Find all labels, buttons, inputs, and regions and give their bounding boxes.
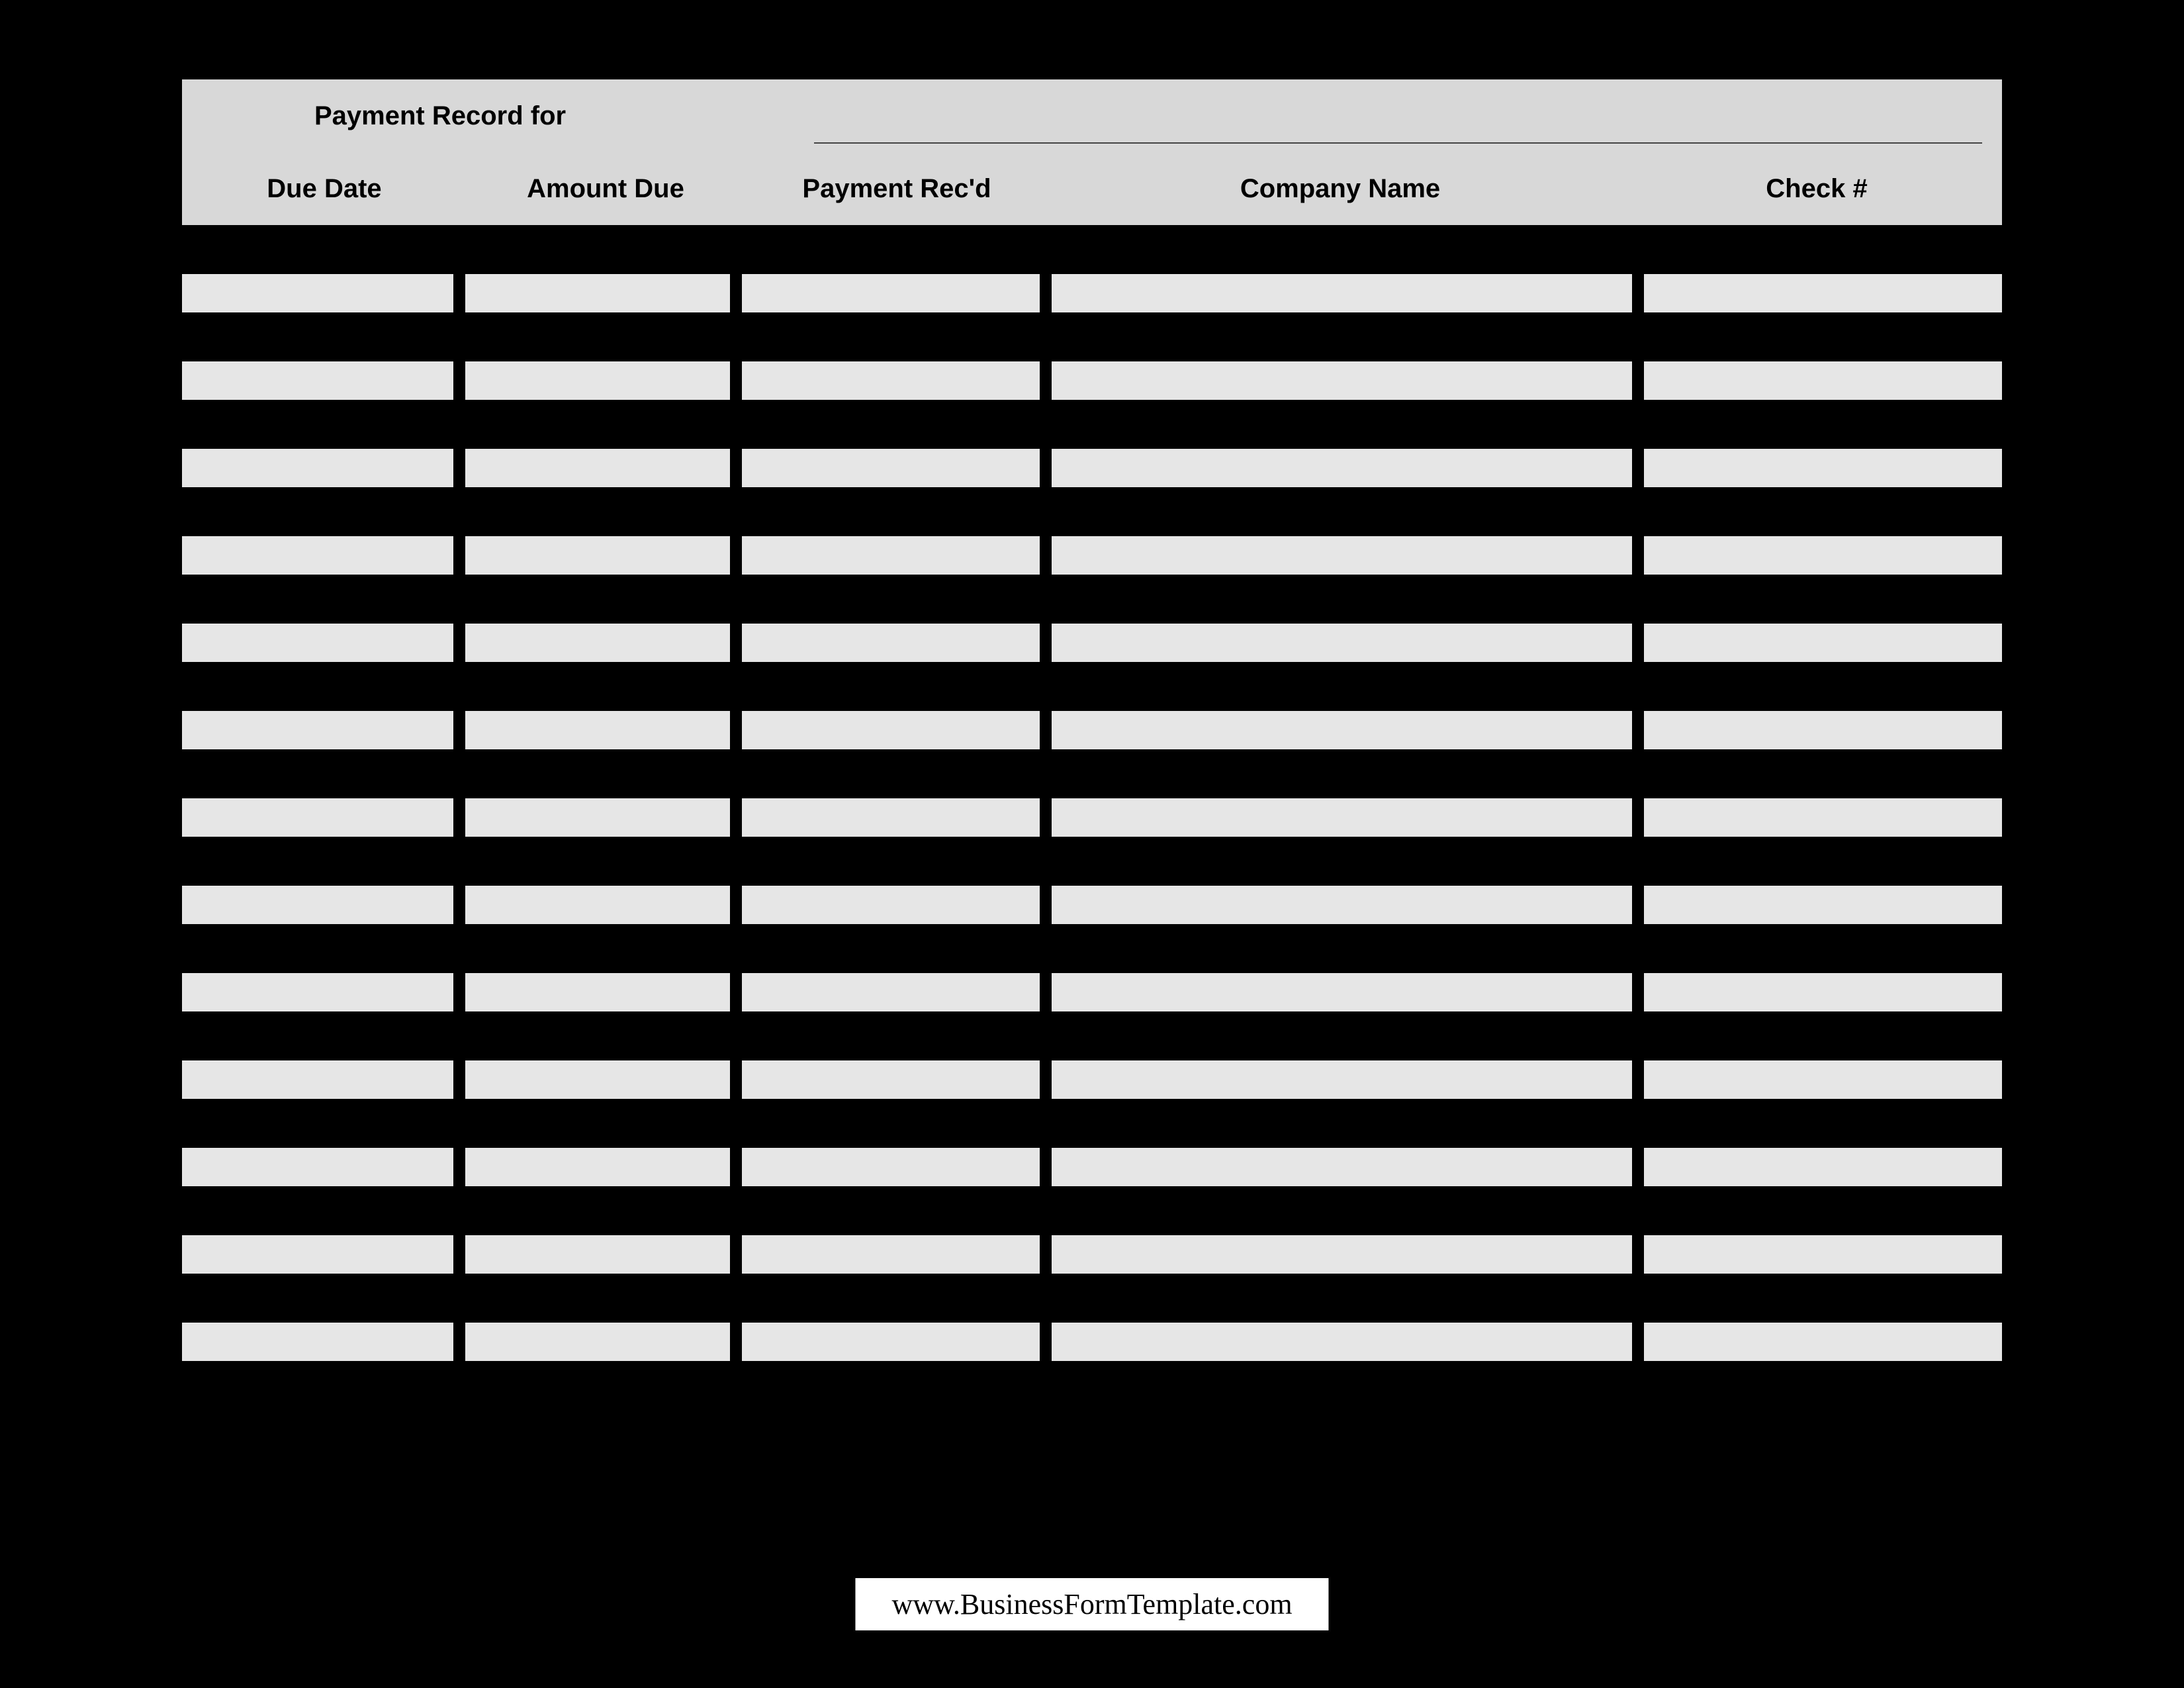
cell-amount-due[interactable] bbox=[465, 886, 730, 924]
column-headers-row: Due Date Amount Due Payment Rec'd Compan… bbox=[182, 152, 2002, 225]
cell-check-no[interactable] bbox=[1644, 1323, 2002, 1361]
cell-due-date[interactable] bbox=[182, 361, 453, 400]
cell-check-no[interactable] bbox=[1644, 886, 2002, 924]
table-row bbox=[182, 536, 2002, 575]
cell-amount-due[interactable] bbox=[465, 798, 730, 837]
table-row bbox=[182, 973, 2002, 1011]
cell-due-date[interactable] bbox=[182, 1323, 453, 1361]
cell-amount-due[interactable] bbox=[465, 1060, 730, 1099]
cell-company-name[interactable] bbox=[1052, 274, 1632, 312]
cell-due-date[interactable] bbox=[182, 449, 453, 487]
cell-check-no[interactable] bbox=[1644, 1148, 2002, 1186]
cell-payment-recd[interactable] bbox=[742, 798, 1040, 837]
cell-company-name[interactable] bbox=[1052, 886, 1632, 924]
cell-amount-due[interactable] bbox=[465, 274, 730, 312]
cell-due-date[interactable] bbox=[182, 274, 453, 312]
cell-check-no[interactable] bbox=[1644, 449, 2002, 487]
cell-company-name[interactable] bbox=[1052, 1323, 1632, 1361]
footer-attribution: www.BusinessFormTemplate.com bbox=[854, 1577, 1330, 1632]
cell-payment-recd[interactable] bbox=[742, 1148, 1040, 1186]
cell-due-date[interactable] bbox=[182, 1235, 453, 1274]
cell-payment-recd[interactable] bbox=[742, 449, 1040, 487]
cell-payment-recd[interactable] bbox=[742, 274, 1040, 312]
cell-payment-recd[interactable] bbox=[742, 1235, 1040, 1274]
cell-due-date[interactable] bbox=[182, 1148, 453, 1186]
cell-due-date[interactable] bbox=[182, 886, 453, 924]
cell-amount-due[interactable] bbox=[465, 1235, 730, 1274]
cell-due-date[interactable] bbox=[182, 973, 453, 1011]
cell-company-name[interactable] bbox=[1052, 973, 1632, 1011]
cell-check-no[interactable] bbox=[1644, 798, 2002, 837]
cell-payment-recd[interactable] bbox=[742, 1323, 1040, 1361]
cell-check-no[interactable] bbox=[1644, 274, 2002, 312]
cell-payment-recd[interactable] bbox=[742, 711, 1040, 749]
table-row bbox=[182, 798, 2002, 837]
table-row bbox=[182, 361, 2002, 400]
col-header-due-date: Due Date bbox=[182, 174, 467, 204]
cell-company-name[interactable] bbox=[1052, 1148, 1632, 1186]
cell-amount-due[interactable] bbox=[465, 449, 730, 487]
cell-company-name[interactable] bbox=[1052, 798, 1632, 837]
cell-check-no[interactable] bbox=[1644, 536, 2002, 575]
form-header: Payment Record for Due Date Amount Due P… bbox=[182, 79, 2002, 225]
cell-check-no[interactable] bbox=[1644, 711, 2002, 749]
cell-due-date[interactable] bbox=[182, 1060, 453, 1099]
table-row bbox=[182, 711, 2002, 749]
cell-amount-due[interactable] bbox=[465, 1323, 730, 1361]
cell-amount-due[interactable] bbox=[465, 624, 730, 662]
cell-company-name[interactable] bbox=[1052, 624, 1632, 662]
cell-payment-recd[interactable] bbox=[742, 536, 1040, 575]
cell-due-date[interactable] bbox=[182, 536, 453, 575]
cell-company-name[interactable] bbox=[1052, 536, 1632, 575]
cell-company-name[interactable] bbox=[1052, 1060, 1632, 1099]
cell-company-name[interactable] bbox=[1052, 711, 1632, 749]
cell-due-date[interactable] bbox=[182, 624, 453, 662]
cell-amount-due[interactable] bbox=[465, 711, 730, 749]
col-header-payment-recd: Payment Rec'd bbox=[745, 174, 1049, 204]
col-header-check-no: Check # bbox=[1631, 174, 2002, 204]
cell-payment-recd[interactable] bbox=[742, 886, 1040, 924]
cell-check-no[interactable] bbox=[1644, 361, 2002, 400]
cell-amount-due[interactable] bbox=[465, 536, 730, 575]
form-title-label: Payment Record for bbox=[314, 101, 566, 131]
cell-check-no[interactable] bbox=[1644, 1060, 2002, 1099]
cell-amount-due[interactable] bbox=[465, 973, 730, 1011]
data-rows bbox=[182, 274, 2002, 1361]
cell-amount-due[interactable] bbox=[465, 361, 730, 400]
table-row bbox=[182, 886, 2002, 924]
table-row bbox=[182, 274, 2002, 312]
cell-payment-recd[interactable] bbox=[742, 624, 1040, 662]
col-header-amount-due: Amount Due bbox=[467, 174, 745, 204]
table-row bbox=[182, 1323, 2002, 1361]
cell-payment-recd[interactable] bbox=[742, 1060, 1040, 1099]
cell-due-date[interactable] bbox=[182, 711, 453, 749]
cell-payment-recd[interactable] bbox=[742, 361, 1040, 400]
table-row bbox=[182, 1148, 2002, 1186]
table-row bbox=[182, 449, 2002, 487]
cell-company-name[interactable] bbox=[1052, 1235, 1632, 1274]
col-header-company-name: Company Name bbox=[1049, 174, 1631, 204]
cell-check-no[interactable] bbox=[1644, 973, 2002, 1011]
cell-amount-due[interactable] bbox=[465, 1148, 730, 1186]
table-row bbox=[182, 624, 2002, 662]
cell-company-name[interactable] bbox=[1052, 449, 1632, 487]
title-row: Payment Record for bbox=[182, 79, 2002, 152]
record-for-field[interactable] bbox=[814, 142, 1982, 144]
table-row bbox=[182, 1060, 2002, 1099]
table-row bbox=[182, 1235, 2002, 1274]
cell-check-no[interactable] bbox=[1644, 624, 2002, 662]
payment-record-form: Payment Record for Due Date Amount Due P… bbox=[182, 79, 2002, 1410]
cell-company-name[interactable] bbox=[1052, 361, 1632, 400]
cell-payment-recd[interactable] bbox=[742, 973, 1040, 1011]
cell-due-date[interactable] bbox=[182, 798, 453, 837]
cell-check-no[interactable] bbox=[1644, 1235, 2002, 1274]
